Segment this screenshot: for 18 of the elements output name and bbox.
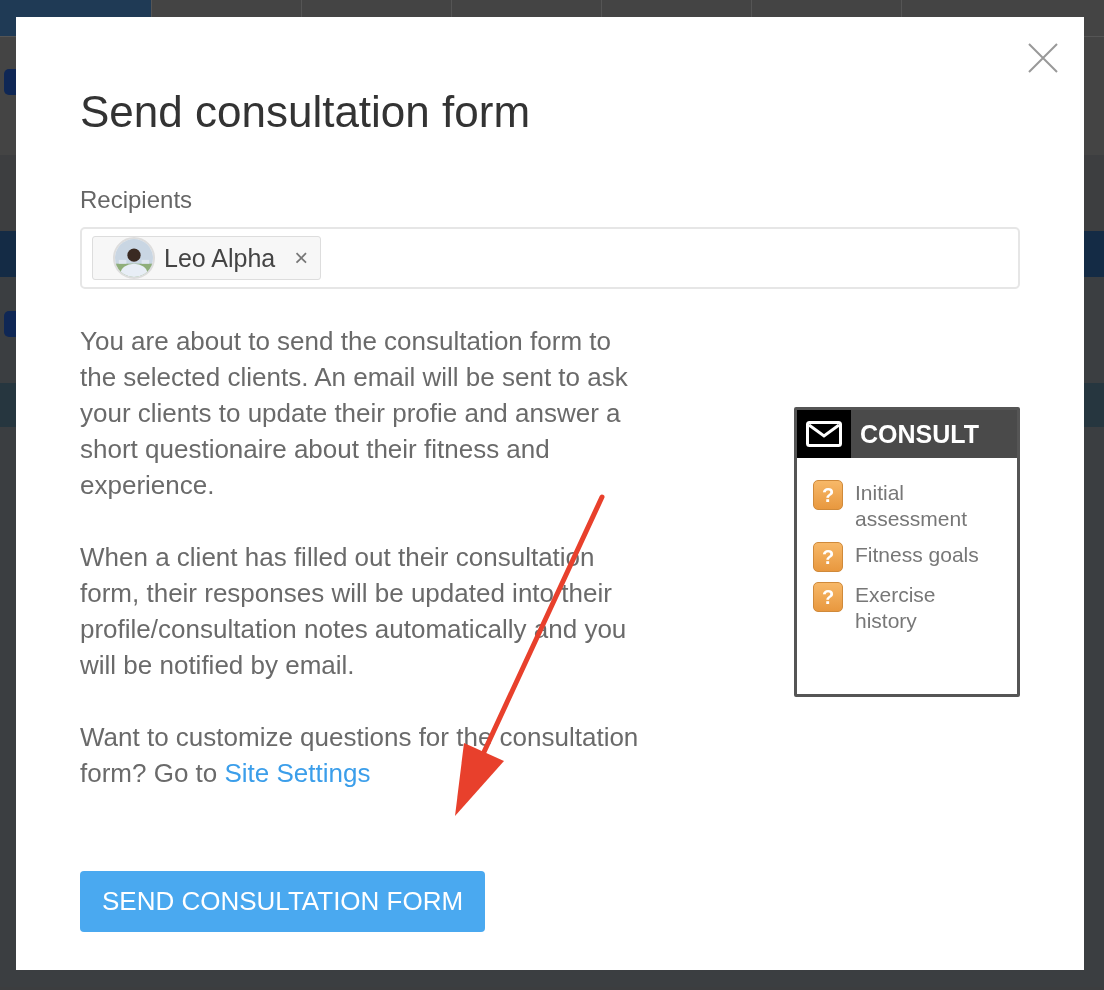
recipient-name: Leo Alpha	[164, 243, 276, 273]
question-icon: ?	[813, 542, 843, 572]
item-label: Exercise history	[855, 582, 937, 634]
recipient-chip[interactable]: Leo Alpha ×	[92, 236, 322, 280]
recipients-field[interactable]: Leo Alpha ×	[80, 227, 1020, 289]
description-text: You are about to send the consultation form to the selected clients. An email will be sent to ask your clients to update their profie and answer a short questionaire about their fitness and experience.	[80, 325, 629, 502]
remove-icon[interactable]: ×	[294, 244, 309, 272]
item-label: Initial assessment	[855, 480, 969, 532]
field-label: Recipients	[80, 185, 194, 215]
close-icon[interactable]	[1028, 43, 1058, 73]
send-button[interactable]: SEND CONSULTATION FORM	[80, 871, 486, 932]
site-settings-link[interactable]: Site Settings	[224, 758, 371, 788]
question-icon: ?	[813, 582, 843, 612]
card-title: CONSULT	[859, 419, 979, 450]
item-label: Fitness goals	[855, 542, 980, 568]
dialog-title: Send consultation form	[80, 86, 532, 138]
question-icon: ?	[813, 480, 843, 510]
envelope-icon	[806, 421, 842, 447]
